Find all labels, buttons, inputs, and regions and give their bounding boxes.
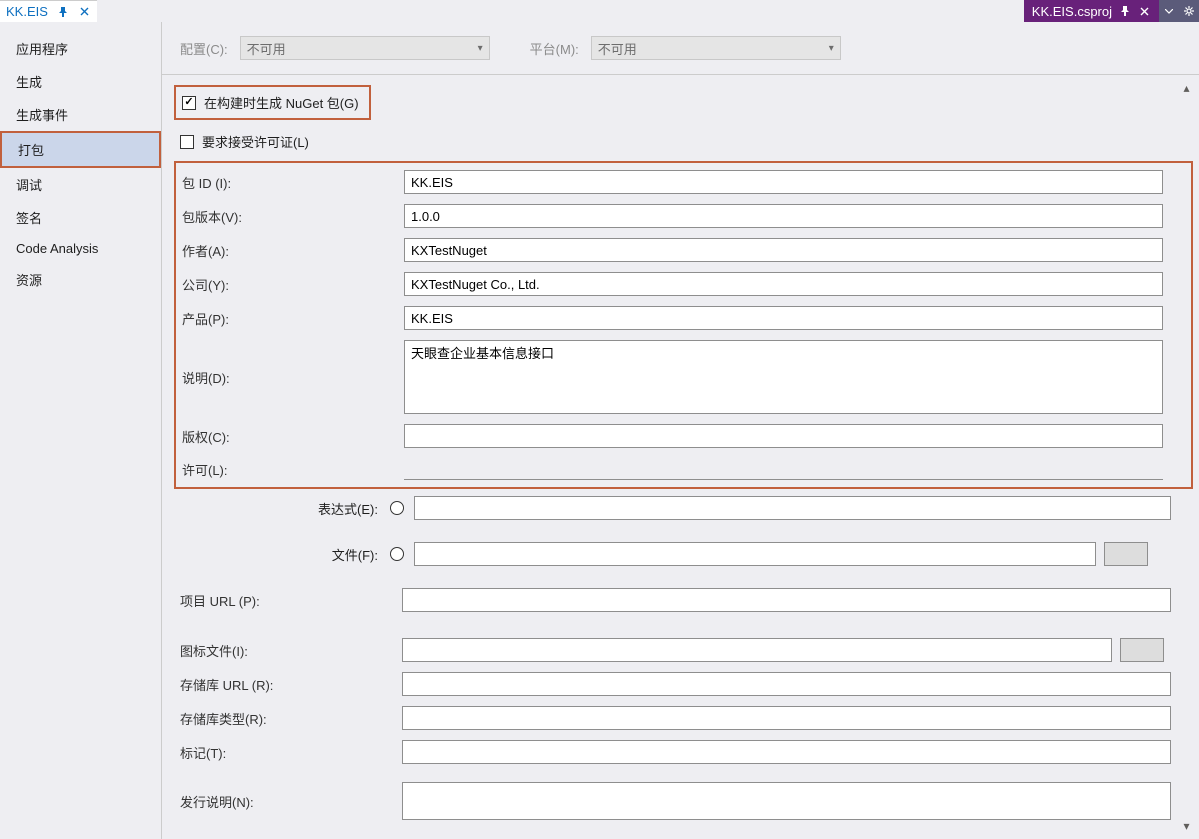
scroll-up-icon[interactable]: ▴ [1183,81,1189,95]
license-row: 许可(L): [176,453,1191,485]
highlighted-fields-panel: 包 ID (I): 包版本(V): 作者(A): 公司(Y): 产品(P): [174,161,1193,489]
package-id-row: 包 ID (I): [176,165,1191,199]
expression-input[interactable] [414,496,1171,520]
author-input[interactable] [404,238,1163,262]
repo-type-input[interactable] [402,706,1171,730]
field-label: 标记(T): [180,743,402,762]
tags-row: 标记(T): [174,735,1199,769]
scroll-down-icon[interactable]: ▾ [1183,819,1189,833]
file-input[interactable] [414,542,1096,566]
accept-license-checkbox-row[interactable]: 要求接受许可证(L) [174,126,319,157]
radio-label: 文件(F): [180,545,390,564]
sidebar-item-build[interactable]: 生成 [0,65,161,98]
tags-input[interactable] [402,740,1171,764]
field-label: 包版本(V): [182,207,404,226]
product-input[interactable] [404,306,1163,330]
copyright-row: 版权(C): [176,419,1191,453]
product-row: 产品(P): [176,301,1191,335]
checkbox-icon[interactable] [182,96,196,110]
chevron-down-icon: ▾ [829,43,834,54]
config-combo[interactable]: 不可用 ▾ [240,36,490,60]
radio-label: 表达式(E): [180,499,390,518]
project-settings-sidebar: 应用程序 生成 生成事件 打包 调试 签名 Code Analysis 资源 [0,22,162,839]
field-label: 作者(A): [182,241,404,260]
field-label: 公司(Y): [182,275,404,294]
field-label: 版权(C): [182,427,404,446]
project-url-row: 项目 URL (P): [174,583,1199,617]
main-area: 应用程序 生成 生成事件 打包 调试 签名 Code Analysis 资源 配… [0,22,1199,839]
settings-icon[interactable] [1179,0,1199,22]
file-browse-button[interactable] [1104,542,1148,566]
package-id-input[interactable] [404,170,1163,194]
repo-type-row: 存储库类型(R): [174,701,1199,735]
description-textarea[interactable] [404,340,1163,414]
sidebar-item-signing[interactable]: 签名 [0,201,161,234]
tab-title: KK.EIS.csproj [1032,4,1112,19]
field-label: 说明(D): [182,368,404,387]
icon-browse-button[interactable] [1120,638,1164,662]
repo-url-row: 存储库 URL (R): [174,667,1199,701]
vertical-scroll[interactable]: ▴ ▾ [1178,81,1195,833]
checkbox-icon[interactable] [180,135,194,149]
sidebar-item-build-events[interactable]: 生成事件 [0,98,161,131]
field-label: 图标文件(I): [180,641,402,660]
copyright-input[interactable] [404,424,1163,448]
company-row: 公司(Y): [176,267,1191,301]
release-notes-row: 发行说明(N): [174,777,1199,825]
field-label: 包 ID (I): [182,173,404,192]
field-label: 项目 URL (P): [180,591,402,610]
platform-combo[interactable]: 不可用 ▾ [591,36,841,60]
chevron-down-icon: ▾ [478,43,483,54]
close-icon[interactable] [1138,7,1151,16]
sidebar-item-application[interactable]: 应用程序 [0,32,161,65]
field-label: 发行说明(N): [180,792,402,811]
file-radio-row: 文件(F): [174,535,1199,573]
file-radio[interactable] [390,547,404,561]
license-display [404,458,1163,480]
checkbox-label: 在构建时生成 NuGet 包(G) [204,93,359,112]
release-notes-textarea[interactable] [402,782,1171,820]
field-label: 存储库类型(R): [180,709,402,728]
right-tab-group: KK.EIS.csproj [1024,0,1199,22]
field-label: 许可(L): [182,460,404,479]
company-input[interactable] [404,272,1163,296]
sidebar-item-package[interactable]: 打包 [0,131,161,168]
package-settings-panel: 配置(C): 不可用 ▾ 平台(M): 不可用 ▾ ▴ ▾ 在构建时生成 NuG… [162,22,1199,839]
close-icon[interactable] [78,7,91,16]
icon-file-row: 图标文件(I): [174,633,1199,667]
platform-label: 平台(M): [530,39,579,58]
config-label: 配置(C): [180,39,228,58]
version-row: 包版本(V): [176,199,1191,233]
tab-kk-eis[interactable]: KK.EIS [0,0,97,22]
field-label: 存储库 URL (R): [180,675,402,694]
icon-file-input[interactable] [402,638,1112,662]
form-area: ▴ ▾ 在构建时生成 NuGet 包(G) 要求接受许可证(L) 包 ID (I… [162,74,1199,839]
expression-radio-row: 表达式(E): [174,489,1199,527]
author-row: 作者(A): [176,233,1191,267]
sidebar-item-resources[interactable]: 资源 [0,263,161,296]
version-input[interactable] [404,204,1163,228]
description-row: 说明(D): [176,335,1191,419]
tab-csproj[interactable]: KK.EIS.csproj [1024,0,1159,22]
pin-icon[interactable] [1118,6,1132,16]
project-url-input[interactable] [402,588,1171,612]
sidebar-item-debug[interactable]: 调试 [0,168,161,201]
sidebar-item-code-analysis[interactable]: Code Analysis [0,234,161,263]
tab-title: KK.EIS [6,4,48,19]
repo-url-input[interactable] [402,672,1171,696]
chevron-down-icon[interactable] [1159,0,1179,22]
checkbox-label: 要求接受许可证(L) [202,132,309,151]
config-platform-row: 配置(C): 不可用 ▾ 平台(M): 不可用 ▾ [162,22,1199,74]
pin-icon[interactable] [56,7,70,17]
field-label: 产品(P): [182,309,404,328]
expression-radio[interactable] [390,501,404,515]
document-tab-bar: KK.EIS KK.EIS.csproj [0,0,1199,22]
generate-nuget-checkbox-row[interactable]: 在构建时生成 NuGet 包(G) [174,85,371,120]
